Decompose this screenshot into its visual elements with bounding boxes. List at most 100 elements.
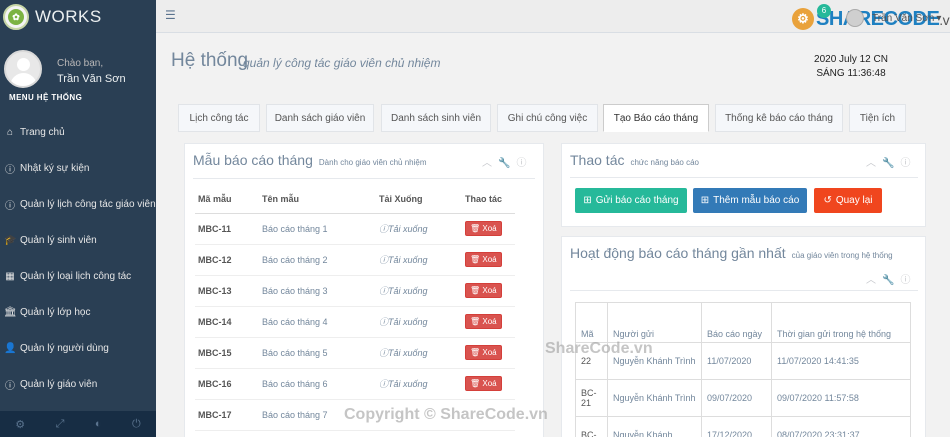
sidebar-item-label: Quản lý lớp học bbox=[20, 306, 91, 318]
sidebar-item-home[interactable]: ⌂ Trang chủ bbox=[0, 114, 156, 150]
download-link[interactable]: ⓘTải xuống bbox=[376, 244, 462, 276]
tab-create-report[interactable]: Tạo Báo cáo tháng bbox=[603, 104, 709, 132]
greeting: Chào bạn, bbox=[57, 58, 104, 69]
add-template-button[interactable]: ⊞ Thêm mẫu báo cáo bbox=[693, 188, 807, 213]
table-row: BC- Nguyễn Khánh 17/12/2020 08/07/2020 23:3… bbox=[575, 416, 911, 437]
template-name: Báo cáo tháng 2 bbox=[259, 244, 376, 276]
sidebar-nav: ⌂ Trang chủ ⓘ Nhật ký sự kiện ⓘ Quản lý lịc… bbox=[0, 114, 156, 402]
trash-icon: 🗑 bbox=[470, 379, 481, 388]
graduation-cap-icon: 🎓 bbox=[4, 234, 17, 246]
tab-report-statistics[interactable]: Thống kê báo cáo tháng bbox=[715, 104, 843, 132]
template-code: MBC-12 bbox=[195, 244, 259, 276]
template-code: MBC-15 bbox=[195, 337, 259, 369]
plus-square-icon: ⊞ bbox=[700, 195, 710, 206]
template-name: Báo cáo tháng 1 bbox=[259, 213, 376, 245]
clock-icon: ⓘ bbox=[379, 286, 389, 296]
plus-square-icon: ⊞ bbox=[583, 195, 592, 206]
table-row: MBC-16 Báo cáo tháng 6 ⓘTải xuống 🗑 Xoá bbox=[195, 368, 515, 400]
tab-schedule[interactable]: Lịch công tác bbox=[178, 104, 260, 132]
eye-slash-icon[interactable]: ◐ bbox=[95, 418, 102, 430]
user-menu[interactable]: Trần Văn Sơn ▾ bbox=[846, 9, 941, 27]
close-icon[interactable]: ⓘ bbox=[516, 158, 532, 169]
delete-button[interactable]: 🗑 Xoá bbox=[465, 376, 502, 391]
sidebar-item-label: Quản lý sinh viên bbox=[20, 234, 97, 246]
report-code: BC- bbox=[575, 416, 608, 437]
sidebar-item-users[interactable]: 👤 Quản lý người dùng bbox=[0, 330, 156, 366]
delete-button[interactable]: 🗑 Xoá bbox=[465, 252, 502, 267]
activity-table: Mã Người gửi Báo cáo ngày Thời gian gửi … bbox=[575, 302, 911, 437]
delete-button[interactable]: 🗑 Xoá bbox=[465, 314, 502, 329]
column-header: Thời gian gửi trong hệ thống bbox=[771, 302, 911, 343]
close-icon[interactable]: ⓘ bbox=[900, 158, 916, 169]
report-code: BC-21 bbox=[575, 379, 608, 417]
download-link[interactable]: ⓘTải xuống bbox=[376, 213, 462, 245]
panel-tools: ︿🔧ⓘ bbox=[482, 154, 532, 169]
template-name: Báo cáo tháng 5 bbox=[259, 337, 376, 369]
info-icon: ⓘ bbox=[5, 200, 15, 212]
download-link[interactable]: ⓘTải xuống bbox=[376, 275, 462, 307]
clock-icon: ⓘ bbox=[379, 379, 389, 389]
template-code: MBC-16 bbox=[195, 368, 259, 400]
user-icon: 👤 bbox=[4, 342, 17, 354]
brand[interactable]: ✿ WORKS bbox=[0, 0, 156, 34]
collapse-icon[interactable]: ︿ bbox=[866, 158, 882, 169]
sidebar-item-classes[interactable]: 🏛 Quản lý lớp học bbox=[0, 294, 156, 330]
undo-icon: ↺ bbox=[823, 195, 832, 206]
clock-icon: ⓘ bbox=[379, 224, 389, 234]
back-button[interactable]: ↺ Quay lại bbox=[814, 188, 882, 213]
template-name: Báo cáo tháng 4 bbox=[259, 306, 376, 338]
works-logo: ✿ bbox=[3, 4, 29, 30]
tab-utilities[interactable]: Tiện ích bbox=[849, 104, 906, 132]
panel-title: Mẫu báo cáo tháng Dành cho giáo viên chủ … bbox=[193, 152, 427, 168]
tab-teacher-list[interactable]: Danh sách giáo viên bbox=[266, 104, 374, 132]
clock-icon: ⓘ bbox=[379, 317, 389, 327]
table-row: MBC-14 Báo cáo tháng 4 ⓘTải xuống 🗑 Xoá bbox=[195, 306, 515, 338]
page-subtitle: quản lý công tác giáo viên chủ nhiệm bbox=[243, 56, 441, 70]
delete-button[interactable]: 🗑 Xoá bbox=[465, 221, 502, 236]
info-icon: ⓘ bbox=[5, 164, 15, 176]
profile-name: Trần Văn Sơn bbox=[57, 73, 126, 85]
report-date: 11/07/2020 bbox=[701, 342, 772, 380]
watermark: ShareCode.vn bbox=[545, 340, 653, 357]
sidebar-item-event-log[interactable]: ⓘ Nhật ký sự kiện bbox=[0, 150, 156, 186]
download-link[interactable]: ⓘTải xuống bbox=[376, 306, 462, 338]
wrench-icon[interactable]: 🔧 bbox=[882, 158, 900, 169]
tab-student-list[interactable]: Danh sách sinh viên bbox=[381, 104, 491, 132]
table-row: MBC-11 Báo cáo tháng 1 ⓘTải xuống 🗑 Xoá bbox=[195, 213, 515, 245]
notification-badge[interactable]: 6 bbox=[817, 4, 831, 18]
download-link[interactable]: ⓘTải xuống bbox=[376, 368, 462, 400]
download-link[interactable]: ⓘTải xuống bbox=[376, 337, 462, 369]
watermark-copyright: Copyright © ShareCode.vn bbox=[344, 406, 548, 423]
close-icon[interactable]: ⓘ bbox=[900, 275, 916, 286]
settings-icon[interactable]: ⚙ bbox=[15, 418, 25, 431]
sidebar-item-label: Trang chủ bbox=[20, 126, 65, 138]
fullscreen-icon[interactable]: ⤢ bbox=[56, 418, 65, 431]
wrench-icon[interactable]: 🔧 bbox=[498, 158, 516, 169]
sidebar-item-label: Quản lý giáo viên bbox=[20, 378, 98, 390]
collapse-icon[interactable]: ︿ bbox=[866, 275, 882, 286]
delete-button[interactable]: 🗑 Xoá bbox=[465, 283, 502, 298]
delete-button[interactable]: 🗑 Xoá bbox=[465, 345, 502, 360]
menu-toggle-icon[interactable]: ☰ bbox=[165, 8, 176, 22]
tab-work-notes[interactable]: Ghi chú công việc bbox=[497, 104, 598, 132]
power-icon[interactable]: ⏻ bbox=[132, 418, 141, 431]
user-name: Trần Văn Sơn bbox=[872, 12, 935, 24]
panel-tools: ︿🔧ⓘ bbox=[866, 271, 916, 286]
template-code: MBC-17 bbox=[195, 399, 259, 431]
template-code: MBC-14 bbox=[195, 306, 259, 338]
collapse-icon[interactable]: ︿ bbox=[482, 158, 498, 169]
wrench-icon[interactable]: 🔧 bbox=[882, 275, 900, 286]
sidebar-item-schedule-types[interactable]: ▦ Quản lý loại lịch công tác bbox=[0, 258, 156, 294]
sidebar-item-label: Quản lý lịch công tác giáo viên bbox=[20, 198, 156, 210]
sidebar-item-teacher-schedule[interactable]: ⓘ Quản lý lịch công tác giáo viên bbox=[0, 186, 156, 222]
report-sent-time: 09/07/2020 11:57:58 bbox=[771, 379, 911, 417]
report-sent-time: 08/07/2020 23:31:37 bbox=[771, 416, 911, 437]
sidebar-item-students[interactable]: 🎓 Quản lý sinh viên bbox=[0, 222, 156, 258]
institution-icon: 🏛 bbox=[4, 306, 17, 318]
menu-title: MENU HỆ THỐNG bbox=[9, 93, 83, 102]
template-name: Báo cáo tháng 6 bbox=[259, 368, 376, 400]
info-icon: ⓘ bbox=[5, 380, 15, 392]
sidebar-item-teachers[interactable]: ⓘ Quản lý giáo viên bbox=[0, 366, 156, 402]
send-report-button[interactable]: ⊞ Gửi báo cáo tháng bbox=[575, 188, 687, 213]
report-date: 17/12/2020 bbox=[701, 416, 772, 437]
